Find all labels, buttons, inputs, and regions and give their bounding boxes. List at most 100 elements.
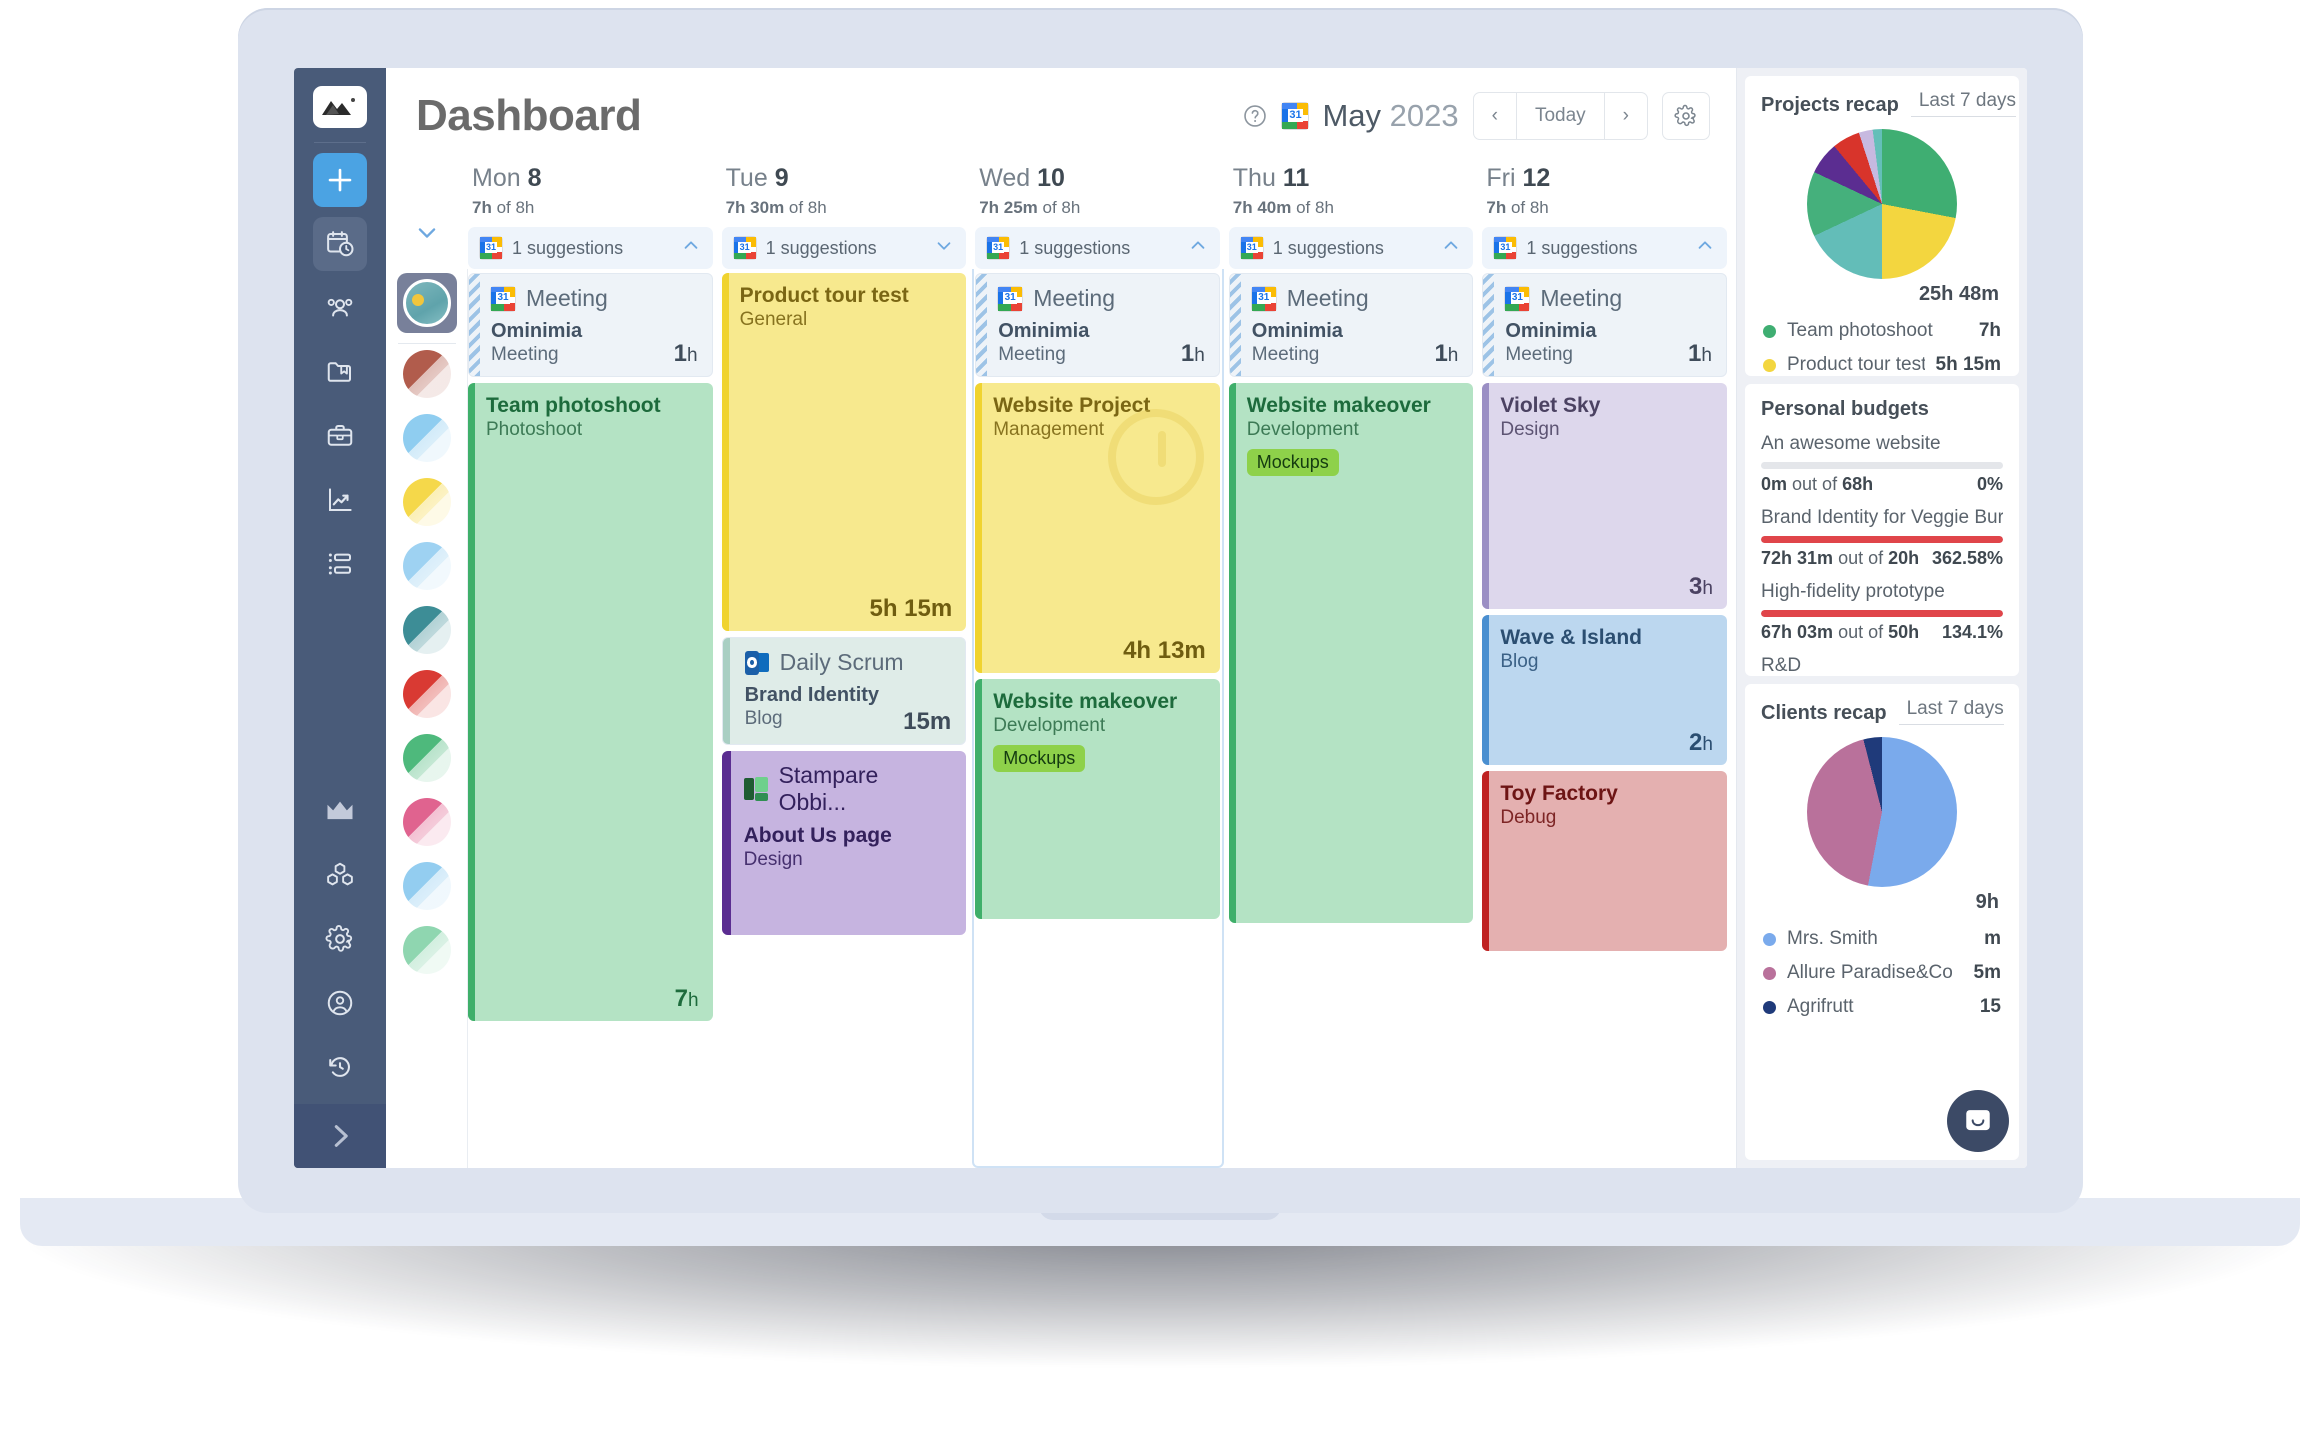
budget-total: 50h xyxy=(1888,622,1920,642)
event-duration: 1h xyxy=(1688,340,1712,367)
suggestions-toggle[interactable] xyxy=(681,236,701,261)
avatar-dot[interactable] xyxy=(402,670,451,718)
avatar-dot[interactable] xyxy=(402,350,451,398)
crown-icon xyxy=(327,801,353,820)
event-title: Team photoshoot xyxy=(486,394,661,417)
avatar-dot[interactable] xyxy=(402,862,451,910)
chevron-right-icon xyxy=(334,1125,348,1147)
event-card[interactable]: Team photoshoot Photoshoot 7h xyxy=(468,383,713,1021)
suggestions-chip[interactable]: 31 1 suggestions xyxy=(721,227,967,269)
event-subtitle: Design xyxy=(743,849,803,871)
avatar-dot[interactable] xyxy=(402,478,451,526)
event-color-bar xyxy=(1482,383,1490,609)
suggestions-toggle[interactable] xyxy=(1695,236,1715,261)
sidebar-item-calendar[interactable] xyxy=(313,217,367,271)
suggestions-toggle[interactable] xyxy=(1188,236,1208,261)
avatar-dot[interactable] xyxy=(402,798,451,846)
suggestions-label: 1 suggestions xyxy=(1272,237,1384,258)
budget-used: 0m xyxy=(1761,474,1788,494)
add-button[interactable] xyxy=(313,153,367,207)
event-duration: 5h 15m xyxy=(869,595,953,622)
suggestion-event-card[interactable]: Daily Scrum Brand Identity Blog 15m xyxy=(721,637,967,745)
event-card[interactable]: Wave & Island Blog 2h xyxy=(1482,615,1727,765)
sidebar-item-settings[interactable] xyxy=(313,912,367,966)
budget-item[interactable]: Brand Identity for Veggie Burg 72h 31m ou… xyxy=(1761,507,2003,569)
event-source-head: Daily Scrum xyxy=(744,649,952,676)
event-duration: 1h xyxy=(673,340,698,367)
app-logo[interactable] xyxy=(313,86,367,128)
suggestions-chip[interactable]: 31 1 suggestions xyxy=(468,227,713,269)
suggestions-chip[interactable]: 31 1 suggestions xyxy=(1228,227,1474,269)
event-source-label: Meeting xyxy=(1286,285,1369,311)
event-source-head: 31 Meeting xyxy=(998,285,1205,312)
avatar-column xyxy=(386,269,468,1168)
suggestions-toggle[interactable] xyxy=(1441,236,1461,261)
event-tag[interactable]: Mockups xyxy=(1246,448,1339,476)
event-title: Wave & Island xyxy=(1500,626,1642,649)
avatar-dot[interactable] xyxy=(402,734,451,782)
budget-total: 68h xyxy=(1842,474,1874,494)
day-title: Wed 10 xyxy=(979,164,1065,192)
sidebar-item-history[interactable] xyxy=(313,1040,367,1094)
event-subtitle: Design xyxy=(1500,419,1560,441)
help-icon[interactable] xyxy=(1242,103,1268,129)
event-tag[interactable]: Mockups xyxy=(993,744,1086,772)
event-card[interactable]: Violet Sky Design 3h xyxy=(1482,383,1727,609)
sidebar-item-integrations[interactable] xyxy=(313,848,367,902)
chat-button[interactable] xyxy=(1947,1090,2009,1152)
calendar-day-number: 31 xyxy=(1288,108,1303,123)
calendar-clock-icon xyxy=(327,231,354,257)
suggestion-event-card[interactable]: 31 Meeting Ominimia Meeting 1h xyxy=(975,273,1220,377)
sidebar-item-clients[interactable] xyxy=(313,409,367,463)
sidebar-item-projects[interactable] xyxy=(313,345,367,399)
google-calendar-icon[interactable]: 31 xyxy=(1282,103,1309,129)
event-color-bar xyxy=(722,638,730,744)
chevron-down-icon xyxy=(418,228,436,238)
plus-icon xyxy=(328,168,352,192)
event-card[interactable]: Toy Factory Debug xyxy=(1482,771,1727,951)
event-card[interactable]: Website Project Management 4h 13m xyxy=(975,383,1220,673)
day-hours: 7h 40m of 8h xyxy=(1232,198,1334,217)
budget-item[interactable]: R&D35h 48m out of 80h44.75% xyxy=(1761,655,2003,676)
day-hours: 7h 30m of 8h xyxy=(725,198,827,217)
event-color-bar xyxy=(1228,383,1236,923)
event-card[interactable]: Stampare Obbi... About Us page Design xyxy=(721,751,967,935)
event-color-bar xyxy=(975,383,983,673)
budget-item[interactable]: High-fidelity prototype 67h 03m out of 50… xyxy=(1761,581,2003,643)
event-card[interactable]: Website makeover Development Mockups xyxy=(1228,383,1474,923)
suggestions-chip[interactable]: 31 1 suggestions xyxy=(1482,227,1727,269)
budget-item[interactable]: An awesome website 0m out of 68h 0% xyxy=(1761,433,2003,495)
event-subtitle: Meeting xyxy=(998,344,1066,365)
avatar[interactable] xyxy=(396,273,457,333)
today-button[interactable]: Today xyxy=(1515,93,1604,139)
event-card[interactable]: Product tour test General 5h 15m xyxy=(721,273,967,631)
sidebar-item-upgrade[interactable] xyxy=(313,784,367,838)
suggestion-event-card[interactable]: 31 Meeting Ominimia Meeting 1h xyxy=(1482,273,1727,377)
calendar-settings-button[interactable] xyxy=(1662,92,1710,140)
avatar-dot[interactable] xyxy=(402,606,451,654)
clients-range-select[interactable]: Last 7 days xyxy=(1898,698,2004,725)
clients-recap-card: Clients recap Last 7 days 9h Mrs. Smith m… xyxy=(1745,684,2019,1160)
collapse-avatars-button[interactable] xyxy=(414,220,440,251)
sidebar-item-account[interactable] xyxy=(313,976,367,1030)
suggestions-toggle[interactable] xyxy=(934,236,954,261)
suggestions-chip[interactable]: 31 1 suggestions xyxy=(975,227,1220,269)
avatar-dot[interactable] xyxy=(402,414,451,462)
event-color-bar xyxy=(975,679,983,919)
prev-week-button[interactable]: ‹ xyxy=(1474,93,1516,139)
expand-sidebar-button[interactable] xyxy=(294,1104,386,1168)
avatar-dot[interactable] xyxy=(402,926,451,974)
projects-range-select[interactable]: Last 7 days xyxy=(1910,90,2017,117)
sidebar-item-reports[interactable] xyxy=(313,473,367,527)
legend-value: m xyxy=(1984,928,2001,949)
sidebar-item-team[interactable] xyxy=(313,281,367,335)
event-card[interactable]: Website makeover Development Mockups xyxy=(975,679,1220,919)
budget-progress-track xyxy=(1761,610,2003,617)
projects-legend-item: Team photoshoot 7h xyxy=(1761,314,2003,348)
suggestion-event-card[interactable]: 31 Meeting Ominimia Meeting 1h xyxy=(1228,273,1474,377)
avatar-dot[interactable] xyxy=(402,542,451,590)
suggestion-event-card[interactable]: 31 Meeting Ominimia Meeting 1h xyxy=(468,273,713,377)
google-calendar-icon: 31 xyxy=(1251,286,1276,311)
next-week-button[interactable]: › xyxy=(1603,93,1647,139)
sidebar-item-tasks[interactable] xyxy=(313,537,367,591)
